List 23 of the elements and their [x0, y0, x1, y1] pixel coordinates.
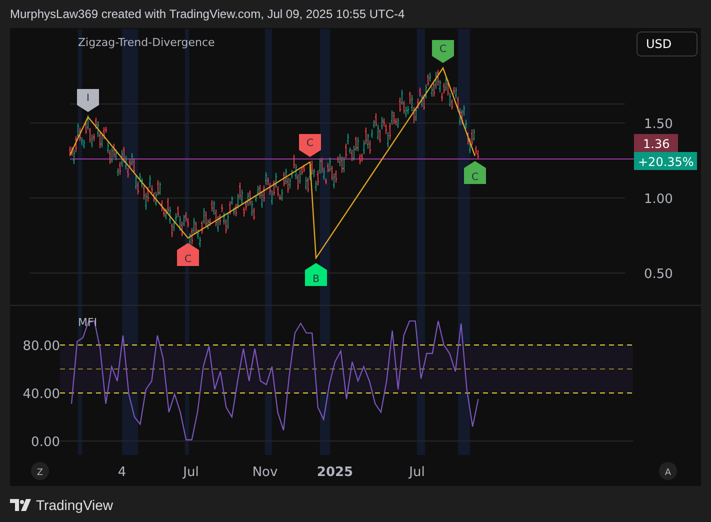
currency-button[interactable]: USD	[636, 32, 698, 56]
pivot-marker: C	[177, 243, 199, 266]
time-axis-label: 4	[118, 465, 126, 480]
auto-scale-button[interactable]: A	[659, 462, 677, 480]
zoom-reset-button[interactable]: Z	[31, 462, 49, 480]
mfi-axis-label: 0.00	[31, 435, 60, 450]
pivot-marker: C	[432, 40, 454, 63]
brand-name: TradingView	[36, 497, 114, 513]
indicator-title: Zigzag-Trend-Divergence	[78, 36, 215, 49]
pivot-marker: C	[299, 134, 321, 157]
mfi-axis-label: 80.00	[22, 339, 60, 354]
time-axis-label: Jul	[183, 465, 199, 480]
time-axis-label: Jul	[409, 465, 425, 480]
price-axis-label: 1.00	[644, 192, 673, 207]
chart-caption: MurphysLaw369 created with TradingView.com, Jul 09, 2025 10:55 UTC-4	[10, 7, 405, 21]
pivot-marker: C	[464, 161, 486, 184]
time-axis-label: 2025	[316, 465, 354, 480]
mfi-axis-label: 40.00	[22, 387, 60, 402]
pivot-marker: B	[305, 263, 327, 286]
time-axis-label: Nov	[252, 465, 278, 480]
price-axis-label: 1.50	[644, 117, 673, 132]
price-axis-label: 0.50	[644, 267, 673, 282]
pivot-marker: I	[77, 89, 99, 112]
